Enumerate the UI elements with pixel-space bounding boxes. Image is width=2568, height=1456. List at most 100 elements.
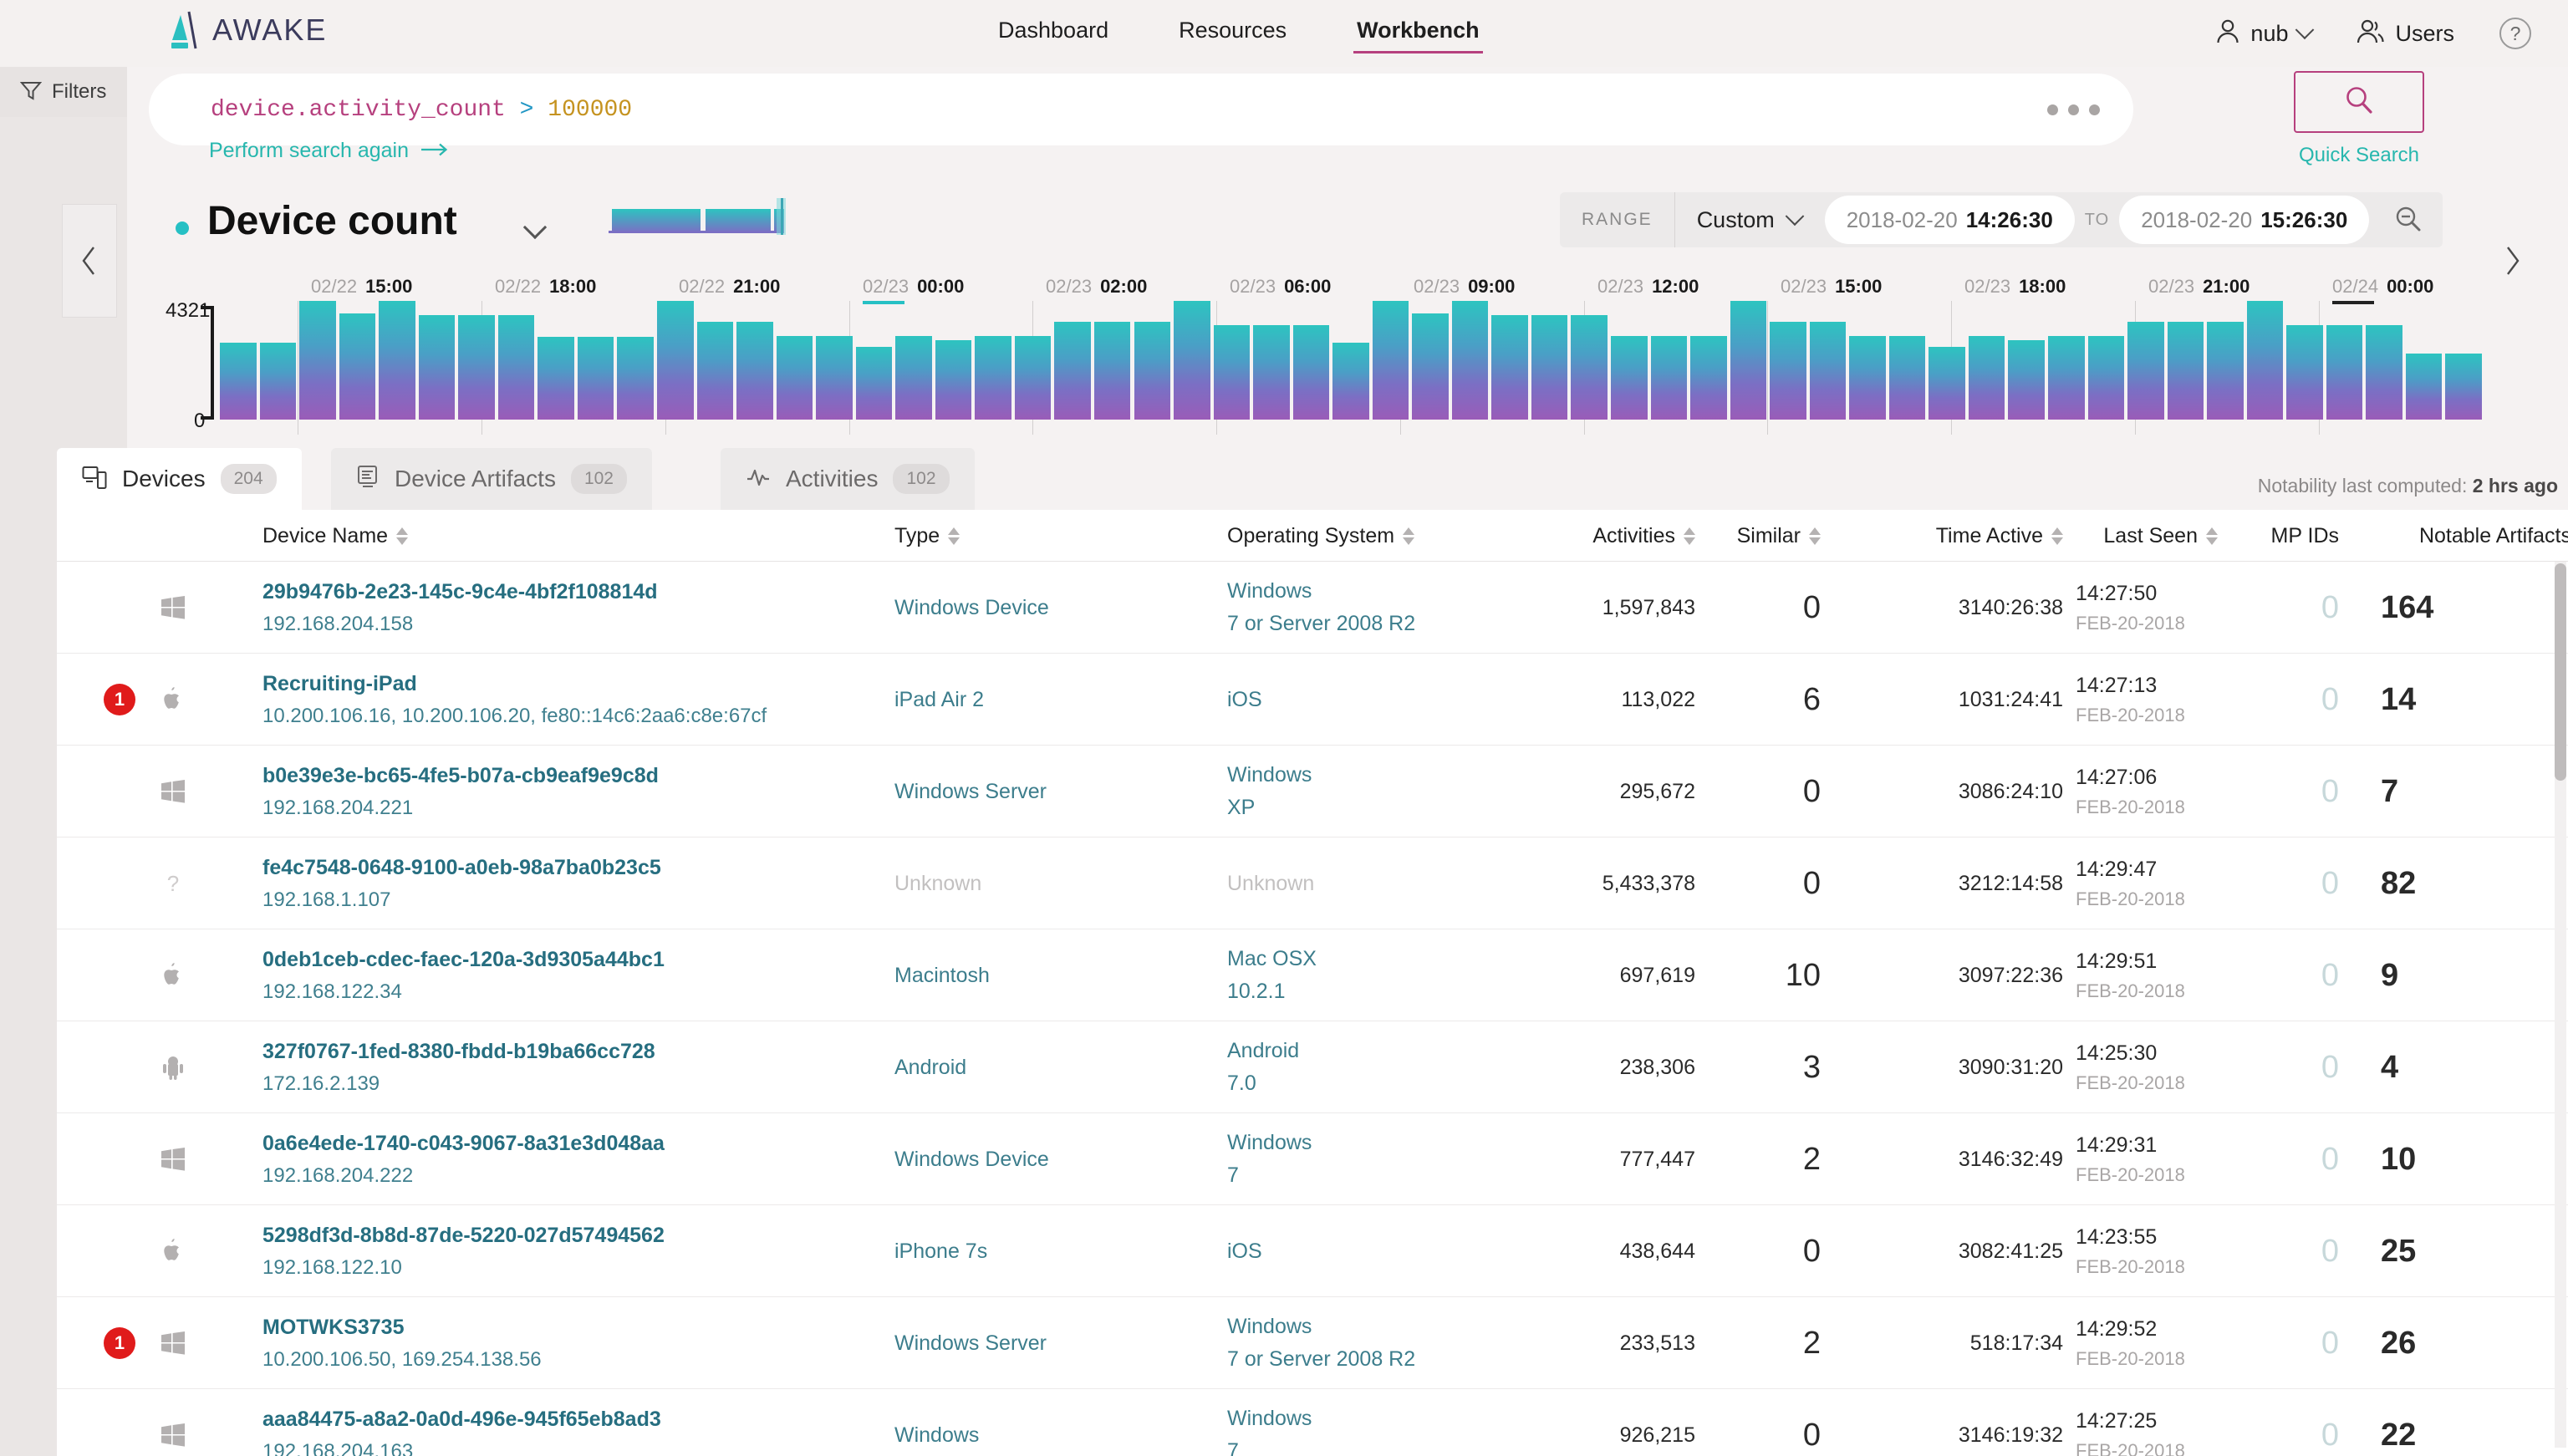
chart-bar[interactable] xyxy=(1093,322,1131,420)
device-type-cell[interactable]: Macintosh xyxy=(894,929,1212,1021)
chart-bar[interactable] xyxy=(1849,336,1886,420)
device-type-label[interactable]: Unknown xyxy=(894,872,1212,896)
chart-bar[interactable] xyxy=(538,337,574,420)
operating-system-cell[interactable]: Windows 7 or Server 2008 R2 xyxy=(1227,1297,1478,1389)
timeline-minimap[interactable] xyxy=(607,194,899,240)
table-row[interactable]: 5298df3d-8b8d-87de-5220-027d57494562 192.… xyxy=(57,1205,2568,1297)
table-header-time-active[interactable]: Time Active xyxy=(1854,510,2063,562)
operating-system-cell[interactable]: Windows 7 xyxy=(1227,1389,1478,1456)
chart-bar[interactable] xyxy=(1968,336,2005,420)
table-header-operating-system[interactable]: Operating System xyxy=(1227,510,1478,562)
device-ip-addresses[interactable]: 192.168.122.10 xyxy=(262,1256,864,1280)
chart-bar[interactable] xyxy=(736,322,773,420)
table-header-last-seen[interactable]: Last Seen xyxy=(2076,510,2218,562)
device-type-cell[interactable]: Windows xyxy=(894,1389,1212,1456)
device-name-link[interactable]: aaa84475-a8a2-0a0d-496e-945f65eb8ad3 xyxy=(262,1408,864,1432)
device-type-label[interactable]: Windows Device xyxy=(894,1148,1212,1172)
device-type-label[interactable]: Android xyxy=(894,1056,1212,1080)
device-type-cell[interactable]: iPhone 7s xyxy=(894,1205,1212,1297)
os-name[interactable]: Windows xyxy=(1227,1315,1478,1339)
table-header-similar[interactable]: Similar xyxy=(1720,510,1821,562)
operating-system-cell[interactable]: Unknown xyxy=(1227,837,1478,929)
os-name[interactable]: Windows xyxy=(1227,1131,1478,1155)
device-name-cell[interactable]: aaa84475-a8a2-0a0d-496e-945f65eb8ad3 192.… xyxy=(262,1389,864,1456)
operating-system-cell[interactable]: Mac OSX 10.2.1 xyxy=(1227,929,1478,1021)
chart-bar[interactable] xyxy=(1611,336,1648,420)
chart-bar[interactable] xyxy=(1253,325,1290,420)
chart-bar[interactable] xyxy=(1809,322,1847,420)
device-type-cell[interactable]: Windows Device xyxy=(894,562,1212,654)
device-ip-addresses[interactable]: 192.168.122.34 xyxy=(262,980,864,1004)
chart-prev-button[interactable] xyxy=(62,204,117,318)
device-ip-addresses[interactable]: 192.168.204.163 xyxy=(262,1440,864,1456)
table-header-notable-artifacts[interactable]: Notable Artifacts xyxy=(2381,510,2568,562)
os-name[interactable]: Android xyxy=(1227,1039,1478,1063)
chart-bar[interactable] xyxy=(1770,322,1806,420)
device-type-label[interactable]: Windows Server xyxy=(894,1331,1212,1356)
chart-bar[interactable] xyxy=(2167,322,2204,420)
os-version[interactable]: 7 xyxy=(1227,1439,1478,1456)
os-version[interactable]: 7 or Server 2008 R2 xyxy=(1227,612,1478,636)
app-logo[interactable]: AWAKE xyxy=(164,10,327,50)
chart-bar[interactable] xyxy=(2445,354,2482,420)
chart-bar[interactable] xyxy=(2087,336,2125,420)
tab-activities[interactable]: Activities 102 xyxy=(721,448,975,510)
device-ip-addresses[interactable]: 192.168.204.221 xyxy=(262,797,864,820)
chart-bar[interactable] xyxy=(1531,315,1568,420)
device-type-cell[interactable]: Unknown xyxy=(894,837,1212,929)
range-preset-dropdown[interactable]: Custom xyxy=(1675,206,1820,233)
table-row[interactable]: aaa84475-a8a2-0a0d-496e-945f65eb8ad3 192.… xyxy=(57,1389,2568,1456)
chart-bar[interactable] xyxy=(696,322,734,420)
table-scrollbar-thumb[interactable] xyxy=(2555,563,2566,781)
chart-bar[interactable] xyxy=(1372,301,1409,420)
table-row[interactable]: b0e39e3e-bc65-4fe5-b07a-cb9eaf9e9c8d 192.… xyxy=(57,746,2568,837)
device-name-link[interactable]: 29b9476b-2e23-145c-9c4e-4bf2f108814d xyxy=(262,580,864,604)
device-name-link[interactable]: 327f0767-1fed-8380-fbdd-b19ba66cc728 xyxy=(262,1040,864,1064)
device-type-label[interactable]: iPad Air 2 xyxy=(894,688,1212,712)
device-name-cell[interactable]: 29b9476b-2e23-145c-9c4e-4bf2f108814d 192.… xyxy=(262,562,864,654)
device-name-cell[interactable]: 327f0767-1fed-8380-fbdd-b19ba66cc728 172.… xyxy=(262,1021,864,1113)
operating-system-cell[interactable]: Windows XP xyxy=(1227,746,1478,837)
chart-bar[interactable] xyxy=(220,343,257,420)
chart-bar[interactable] xyxy=(1332,343,1369,420)
alert-badge[interactable]: 1 xyxy=(104,1327,135,1359)
chart-bar[interactable] xyxy=(577,337,614,420)
chart-bar[interactable] xyxy=(1650,336,1688,420)
chart-bar[interactable] xyxy=(935,340,972,420)
device-name-link[interactable]: MOTWKS3735 xyxy=(262,1316,864,1340)
chart-bar[interactable] xyxy=(2366,325,2402,420)
device-name-link[interactable]: 5298df3d-8b8d-87de-5220-027d57494562 xyxy=(262,1224,864,1248)
device-name-link[interactable]: 0deb1ceb-cdec-faec-120a-3d9305a44bc1 xyxy=(262,948,864,972)
device-name-cell[interactable]: fe4c7548-0648-9100-a0eb-98a7ba0b23c5 192.… xyxy=(262,837,864,929)
os-name[interactable]: Unknown xyxy=(1227,872,1478,896)
alert-badge[interactable]: 1 xyxy=(104,684,135,715)
device-type-label[interactable]: Windows Server xyxy=(894,780,1212,804)
os-version[interactable]: 7.0 xyxy=(1227,1072,1478,1096)
table-header-type[interactable]: Type xyxy=(894,510,1212,562)
device-ip-addresses[interactable]: 10.200.106.50, 169.254.138.56 xyxy=(262,1348,864,1372)
chart-bar[interactable] xyxy=(895,336,932,420)
device-type-cell[interactable]: Windows Server xyxy=(894,746,1212,837)
chart-bar[interactable] xyxy=(855,347,893,420)
device-name-cell[interactable]: b0e39e3e-bc65-4fe5-b07a-cb9eaf9e9c8d 192.… xyxy=(262,746,864,837)
chart-bar[interactable] xyxy=(1730,301,1767,420)
chart-bar[interactable] xyxy=(2008,340,2045,420)
chart-bar[interactable] xyxy=(2286,325,2323,420)
operating-system-cell[interactable]: Windows 7 xyxy=(1227,1113,1478,1205)
device-ip-addresses[interactable]: 192.168.1.107 xyxy=(262,888,864,912)
chart-bar[interactable] xyxy=(1451,301,1489,420)
chart-bar[interactable] xyxy=(1014,336,1052,420)
help-icon[interactable]: ? xyxy=(2499,18,2531,49)
device-name-cell[interactable]: Recruiting-iPad 10.200.106.16, 10.200.106… xyxy=(262,654,864,746)
chart-bar[interactable] xyxy=(2405,354,2443,420)
operating-system-cell[interactable]: Windows 7 or Server 2008 R2 xyxy=(1227,562,1478,654)
os-name[interactable]: iOS xyxy=(1227,688,1478,712)
device-name-cell[interactable]: MOTWKS3735 10.200.106.50, 169.254.138.56 xyxy=(262,1297,864,1389)
metric-title[interactable]: Device count xyxy=(207,198,457,244)
user-menu[interactable]: nub xyxy=(2215,18,2315,49)
device-type-cell[interactable]: Windows Server xyxy=(894,1297,1212,1389)
nav-link-resources[interactable]: Resources xyxy=(1175,13,1290,55)
chart-bar[interactable] xyxy=(1690,336,1727,420)
table-row[interactable]: 29b9476b-2e23-145c-9c4e-4bf2f108814d 192.… xyxy=(57,562,2568,654)
device-ip-addresses[interactable]: 192.168.204.222 xyxy=(262,1164,864,1188)
